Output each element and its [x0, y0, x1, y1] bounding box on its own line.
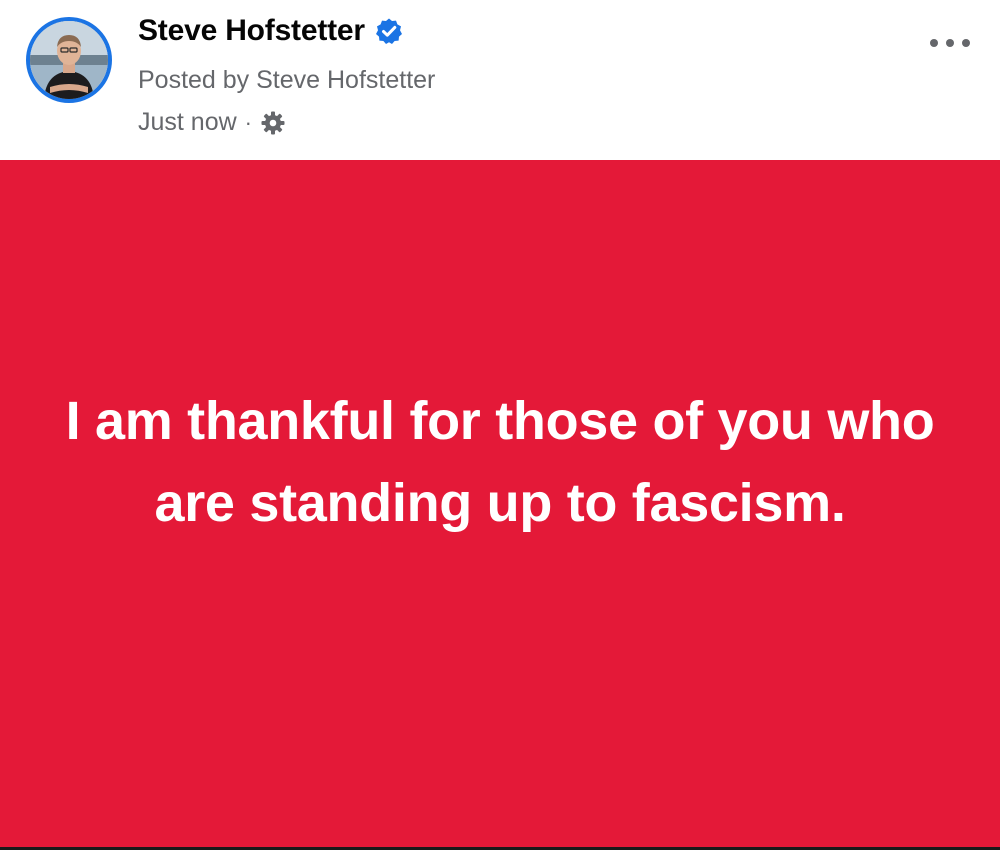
meta-separator: · [244, 109, 252, 135]
post-text: I am thankful for those of you who are s… [65, 391, 935, 533]
verified-badge-icon [375, 18, 402, 44]
gear-icon[interactable] [260, 110, 286, 136]
avatar-photo [30, 21, 108, 99]
more-options-icon [930, 39, 938, 47]
timestamp[interactable]: Just now [138, 108, 237, 137]
post-header: Steve Hofstetter Posted by Steve Hofstet… [0, 0, 1000, 160]
post-background: I am thankful for those of you who are s… [0, 160, 1000, 850]
more-options-icon-dot [946, 39, 954, 47]
author-row: Steve Hofstetter [138, 14, 403, 48]
more-options-button[interactable] [930, 28, 970, 58]
avatar[interactable] [26, 17, 112, 103]
more-options-icon-dot [962, 39, 970, 47]
author-name[interactable]: Steve Hofstetter [138, 14, 365, 48]
post-meta: Just now · [138, 108, 286, 137]
posted-by-label: Posted by Steve Hofstetter [138, 66, 436, 94]
